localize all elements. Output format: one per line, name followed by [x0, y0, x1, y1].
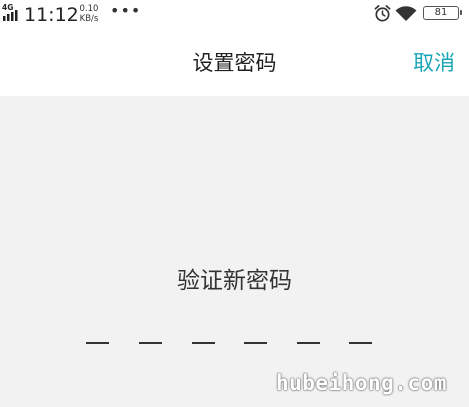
pin-slot-1	[86, 342, 109, 344]
alarm-clock-icon	[374, 5, 391, 22]
more-notifications-icon: •••	[110, 1, 142, 20]
signal-icon: 4G	[2, 3, 18, 21]
pin-slot-2	[139, 342, 162, 344]
network-speed-value: 0.10	[79, 4, 99, 14]
pin-slot-4	[244, 342, 267, 344]
verify-password-prompt: 验证新密码	[177, 268, 292, 294]
network-speed: 0.10 KB/s	[76, 4, 102, 24]
network-type-label: 4G	[2, 3, 13, 12]
status-time: 11:12	[24, 4, 79, 26]
watermark: hubeihong.com	[276, 371, 447, 395]
battery-icon: 81	[423, 6, 462, 20]
pin-slot-3	[192, 342, 215, 344]
pin-slot-6	[349, 342, 372, 344]
nav-bar: 设置密码 取消	[0, 30, 469, 96]
pin-slot-5	[297, 342, 320, 344]
network-speed-unit: KB/s	[79, 14, 99, 24]
status-bar: 4G 11:12 0.10 KB/s ••• 81	[0, 0, 469, 30]
battery-level: 81	[434, 7, 448, 18]
page-title: 设置密码	[192, 51, 277, 75]
cancel-button[interactable]: 取消	[413, 50, 455, 76]
wifi-icon	[395, 6, 417, 21]
